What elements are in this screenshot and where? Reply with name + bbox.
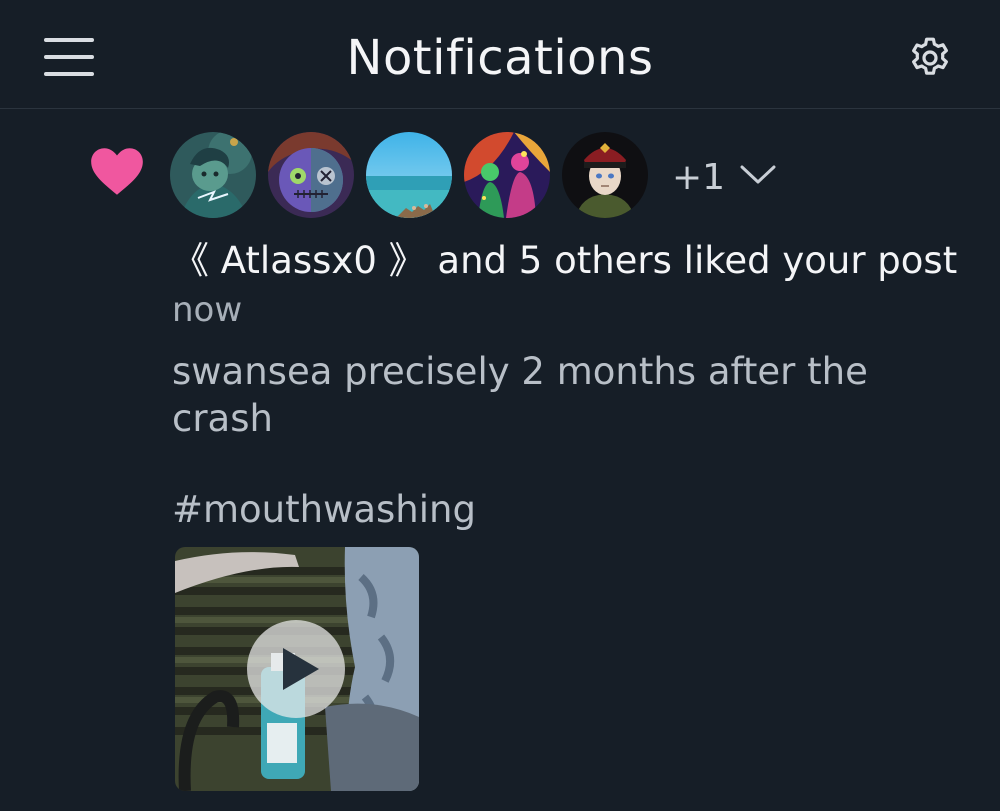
- avatar-patchwork-doll[interactable]: [268, 132, 354, 218]
- play-button[interactable]: [247, 620, 345, 718]
- heart-icon: [86, 140, 148, 202]
- notification-text[interactable]: 《 Atlassx0 》 and 5 others liked your pos…: [172, 236, 972, 286]
- more-likers-count: +1: [672, 156, 726, 198]
- chevron-down-icon: [739, 163, 777, 191]
- gear-icon[interactable]: [906, 34, 954, 82]
- avatar-teal-character[interactable]: [170, 132, 256, 218]
- page-title: Notifications: [346, 30, 654, 86]
- post-text[interactable]: swansea precisely 2 months after the cra…: [172, 348, 932, 442]
- post-hashtag[interactable]: #mouthwashing: [172, 486, 476, 533]
- avatar-neon-figures[interactable]: [464, 132, 550, 218]
- top-bar: Notifications: [0, 0, 1000, 109]
- notifications-screen: Notifications +1 《 Atlassx0 》 and 5 othe…: [0, 0, 1000, 811]
- avatar-soldier[interactable]: [562, 132, 648, 218]
- avatar-beach[interactable]: [366, 132, 452, 218]
- play-icon: [283, 648, 319, 690]
- expand-likers-button[interactable]: +1: [672, 152, 777, 202]
- video-thumbnail[interactable]: [175, 547, 419, 791]
- notification-time: now: [172, 290, 243, 330]
